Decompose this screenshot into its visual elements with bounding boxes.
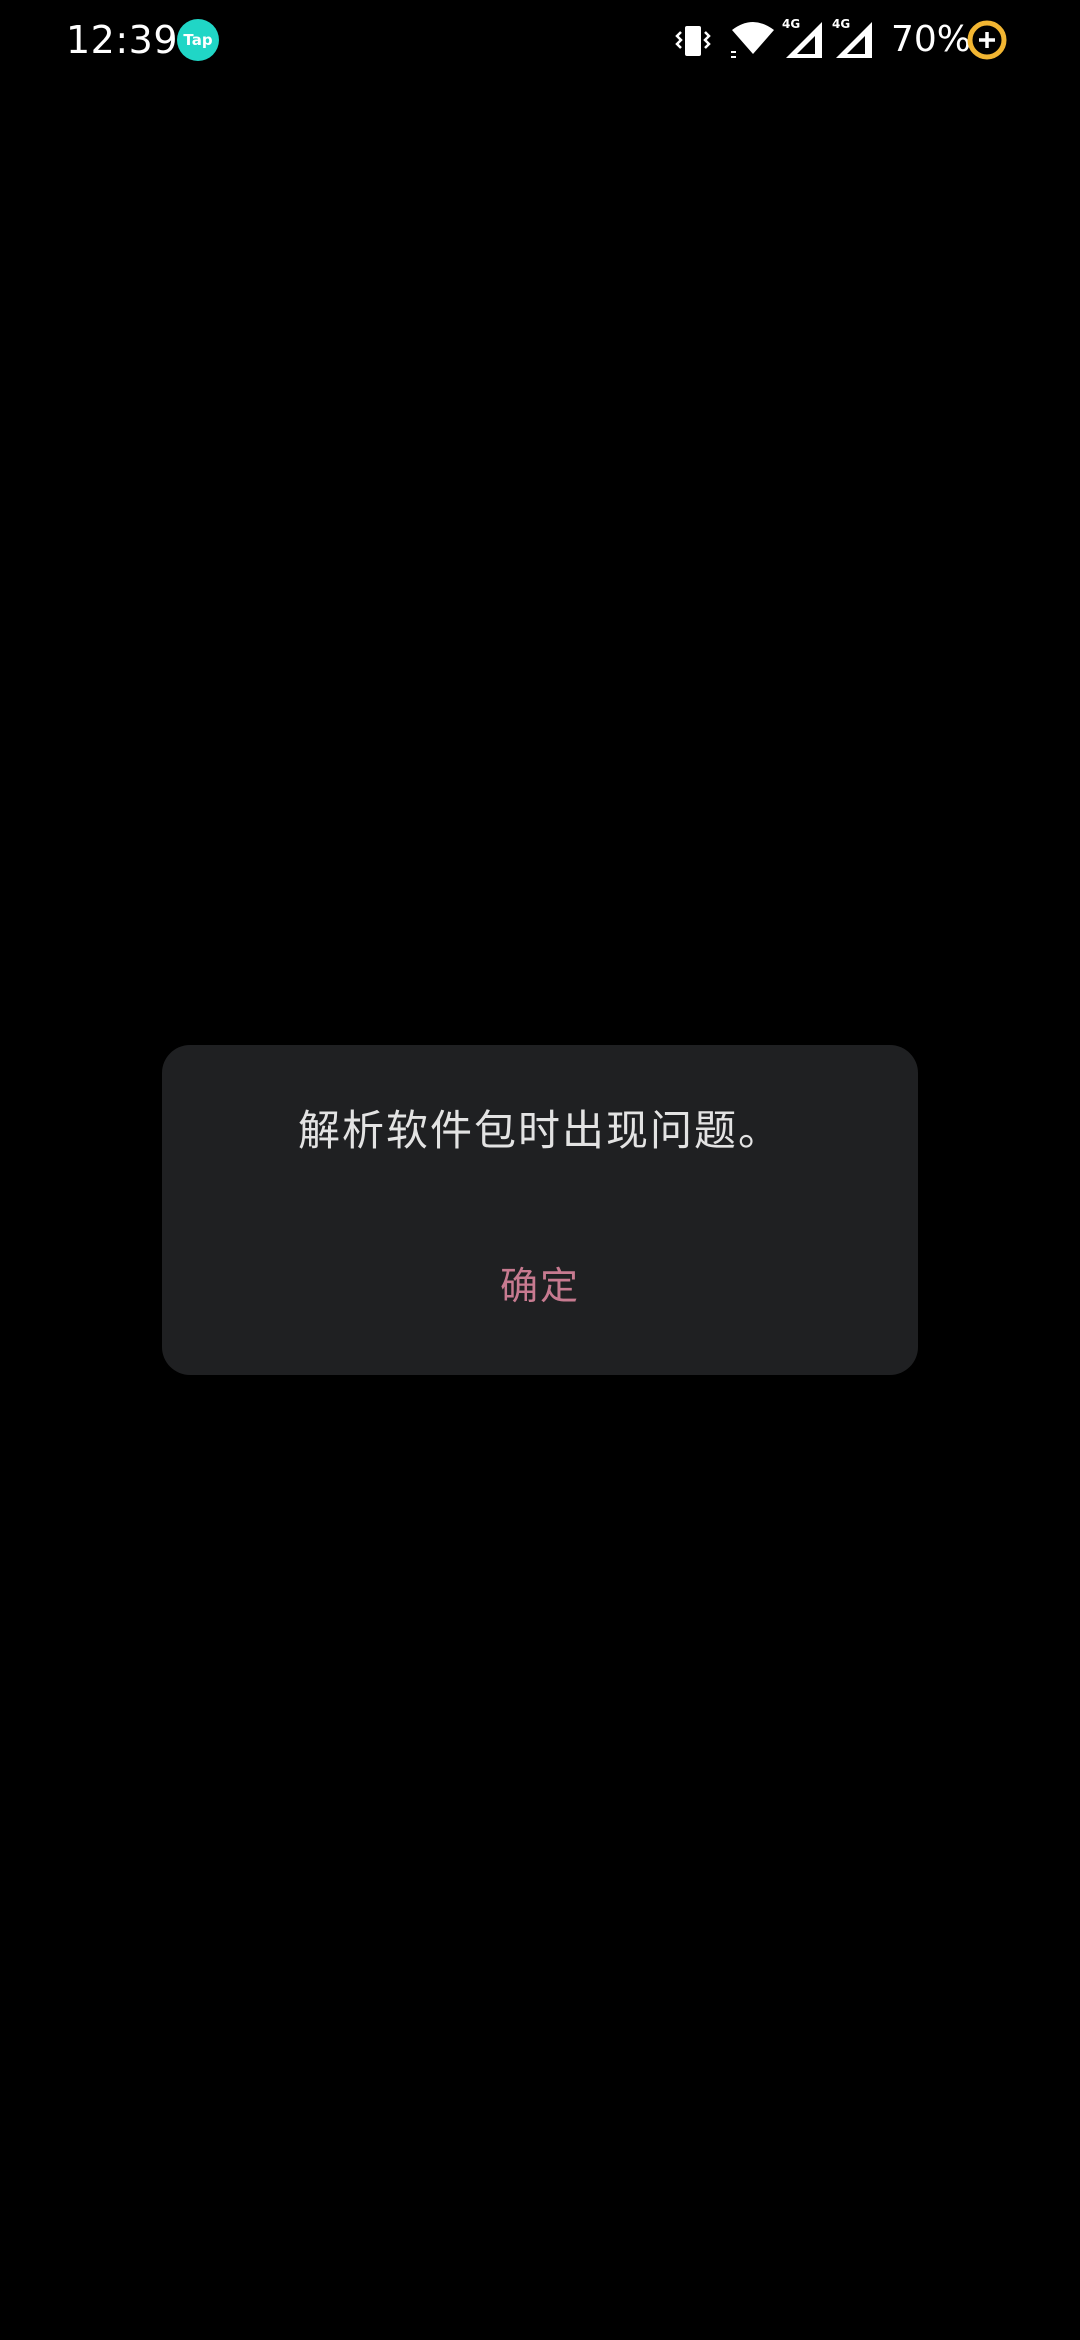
screen: 12:39 Tap 4G 4G 70% 解析软件包时出现问题。 确定 — [0, 0, 1080, 2340]
tap-app-label: Tap — [183, 31, 213, 49]
signal-1-label: 4G — [782, 17, 800, 31]
vibrate-icon — [675, 26, 711, 56]
confirm-button[interactable]: 确定 — [465, 1253, 615, 1319]
error-dialog: 解析软件包时出现问题。 确定 — [162, 1045, 918, 1375]
signal-4g-icon: 4G — [782, 17, 822, 58]
tap-app-icon: Tap — [177, 19, 219, 61]
battery-saver-icon — [967, 20, 1007, 60]
battery-percent: 70% — [891, 19, 972, 60]
status-bar: 12:39 Tap 4G 4G 70% — [0, 0, 1080, 80]
signal-2-label: 4G — [832, 17, 850, 31]
status-time: 12:39 — [66, 18, 179, 62]
wifi-icon — [731, 22, 774, 58]
dialog-message: 解析软件包时出现问题。 — [297, 1106, 782, 1155]
signal-4g-icon: 4G — [832, 17, 872, 58]
